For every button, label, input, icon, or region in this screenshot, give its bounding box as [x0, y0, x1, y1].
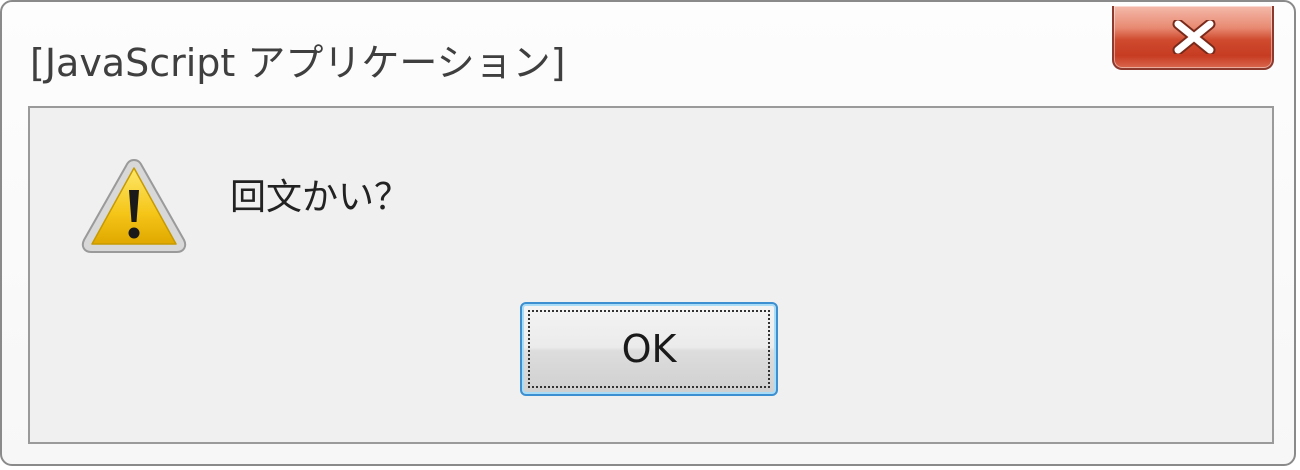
close-x-icon [1172, 20, 1216, 54]
window-title: [JavaScript アプリケーション] [30, 41, 566, 85]
dialog-content: 回文かい？ OK [28, 106, 1274, 444]
close-button[interactable] [1112, 6, 1274, 70]
dialog-message: 回文かい？ [230, 177, 411, 218]
ok-button-label: OK [621, 327, 677, 371]
ok-button[interactable]: OK [520, 302, 778, 396]
warning-icon [81, 158, 187, 253]
title-bar[interactable]: [JavaScript アプリケーション] [2, 2, 1294, 106]
alert-dialog-window: [JavaScript アプリケーション] 回文かい？ OK [0, 0, 1296, 466]
